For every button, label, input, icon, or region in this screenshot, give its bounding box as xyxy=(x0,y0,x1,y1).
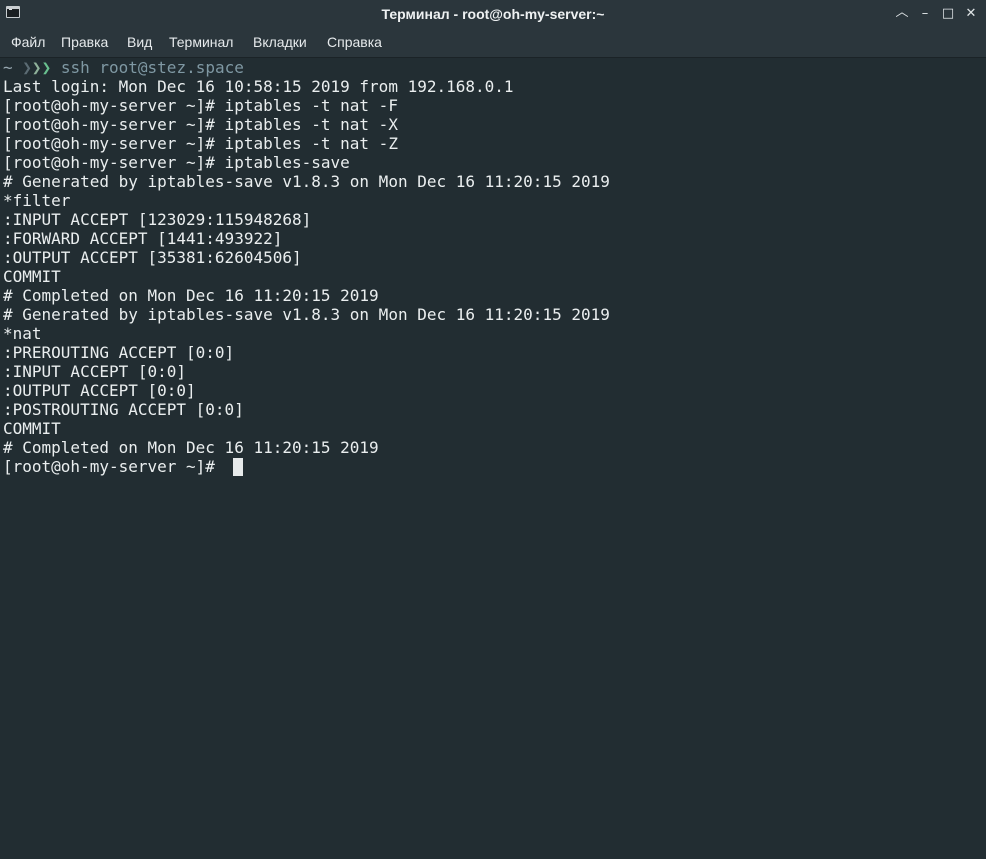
terminal-line: # Completed on Mon Dec 16 11:20:15 2019 xyxy=(3,286,379,305)
minimize-icon[interactable]: – xyxy=(915,4,935,24)
title-bar[interactable]: Терминал - root@oh-my-server:~ ︿ – □ ✕ xyxy=(0,0,986,29)
chevron-up-icon[interactable]: ︿ xyxy=(892,3,912,23)
terminal-line: COMMIT xyxy=(3,419,61,438)
terminal-line: *filter xyxy=(3,191,71,210)
terminal-line: Last login: Mon Dec 16 10:58:15 2019 fro… xyxy=(3,77,514,96)
terminal-line: :POSTROUTING ACCEPT [0:0] xyxy=(3,400,244,419)
terminal-line: # Generated by iptables-save v1.8.3 on M… xyxy=(3,172,610,191)
menu-help[interactable]: Справка xyxy=(327,34,382,50)
window-title: Терминал - root@oh-my-server:~ xyxy=(381,6,605,22)
prompt-tilde: ~ xyxy=(3,58,13,77)
prompt-arrow-icon: ❯ xyxy=(31,58,42,77)
menu-tabs[interactable]: Вкладки xyxy=(253,34,307,50)
close-icon[interactable]: ✕ xyxy=(961,4,981,24)
menu-bar: Файл Правка Вид Терминал Вкладки Справка xyxy=(0,29,986,58)
terminal-line: # Generated by iptables-save v1.8.3 on M… xyxy=(3,305,610,324)
menu-edit[interactable]: Правка xyxy=(61,34,108,50)
terminal-line: :INPUT ACCEPT [123029:115948268] xyxy=(3,210,312,229)
prompt-arrow-icon: ❯ xyxy=(41,58,52,77)
terminal-line: [root@oh-my-server ~]# iptables -t nat -… xyxy=(3,115,398,134)
terminal-window: Терминал - root@oh-my-server:~ ︿ – □ ✕ Ф… xyxy=(0,0,986,859)
menu-terminal[interactable]: Терминал xyxy=(169,34,233,50)
prompt-arrow-icon: ❯ xyxy=(22,58,32,77)
terminal-line: :OUTPUT ACCEPT [35381:62604506] xyxy=(3,248,302,267)
maximize-icon[interactable]: □ xyxy=(938,4,958,24)
current-prompt-line: [root@oh-my-server ~]# xyxy=(3,457,225,476)
terminal-line: :OUTPUT ACCEPT [0:0] xyxy=(3,381,196,400)
terminal-line: :FORWARD ACCEPT [1441:493922] xyxy=(3,229,283,248)
terminal-line: :INPUT ACCEPT [0:0] xyxy=(3,362,187,381)
terminal-line: :PREROUTING ACCEPT [0:0] xyxy=(3,343,235,362)
terminal-line: [root@oh-my-server ~]# iptables-save xyxy=(3,153,350,172)
terminal-line: COMMIT xyxy=(3,267,61,286)
ssh-command: ssh root@stez.space xyxy=(60,58,244,77)
terminal-line: # Completed on Mon Dec 16 11:20:15 2019 xyxy=(3,438,379,457)
terminal-cursor xyxy=(233,458,243,476)
terminal-line: *nat xyxy=(3,324,42,343)
terminal-output[interactable]: ~ ❯❯❯ ssh root@stez.space Last login: Mo… xyxy=(0,58,986,859)
terminal-line: [root@oh-my-server ~]# iptables -t nat -… xyxy=(3,96,398,115)
menu-file[interactable]: Файл xyxy=(11,34,45,50)
terminal-line: [root@oh-my-server ~]# iptables -t nat -… xyxy=(3,134,398,153)
menu-view[interactable]: Вид xyxy=(127,34,152,50)
ssh-prompt-line: ~ ❯❯❯ ssh root@stez.space xyxy=(3,58,244,77)
